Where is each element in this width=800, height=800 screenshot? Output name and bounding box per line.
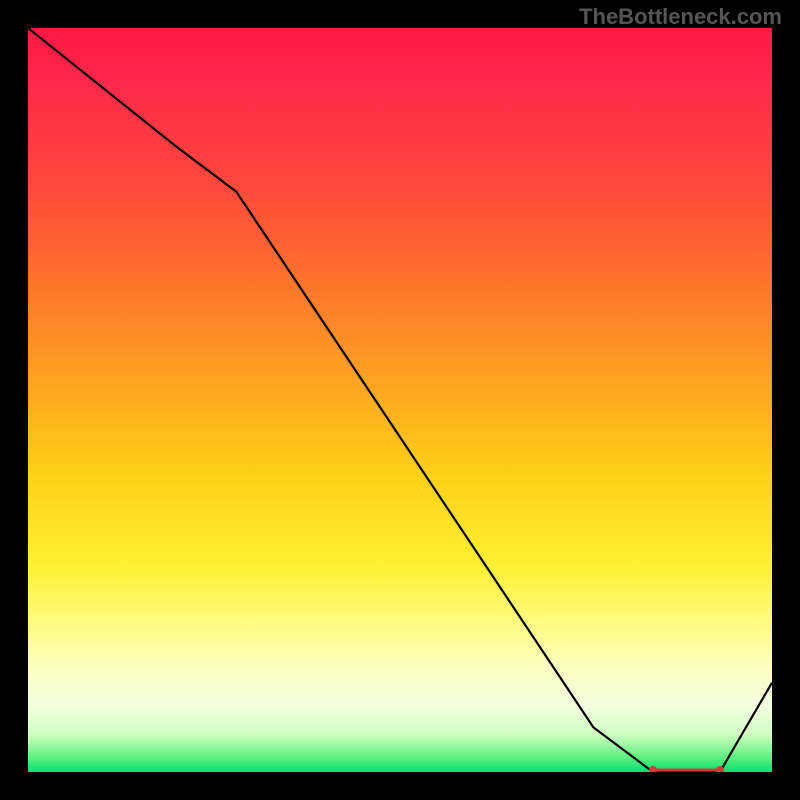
optimal-band-dot-start (649, 766, 657, 772)
chart-curve-svg (28, 28, 772, 772)
chart-line (28, 28, 772, 772)
watermark-text: TheBottleneck.com (579, 4, 782, 30)
chart-plot-area (28, 28, 772, 772)
optimal-band-group (649, 766, 724, 772)
